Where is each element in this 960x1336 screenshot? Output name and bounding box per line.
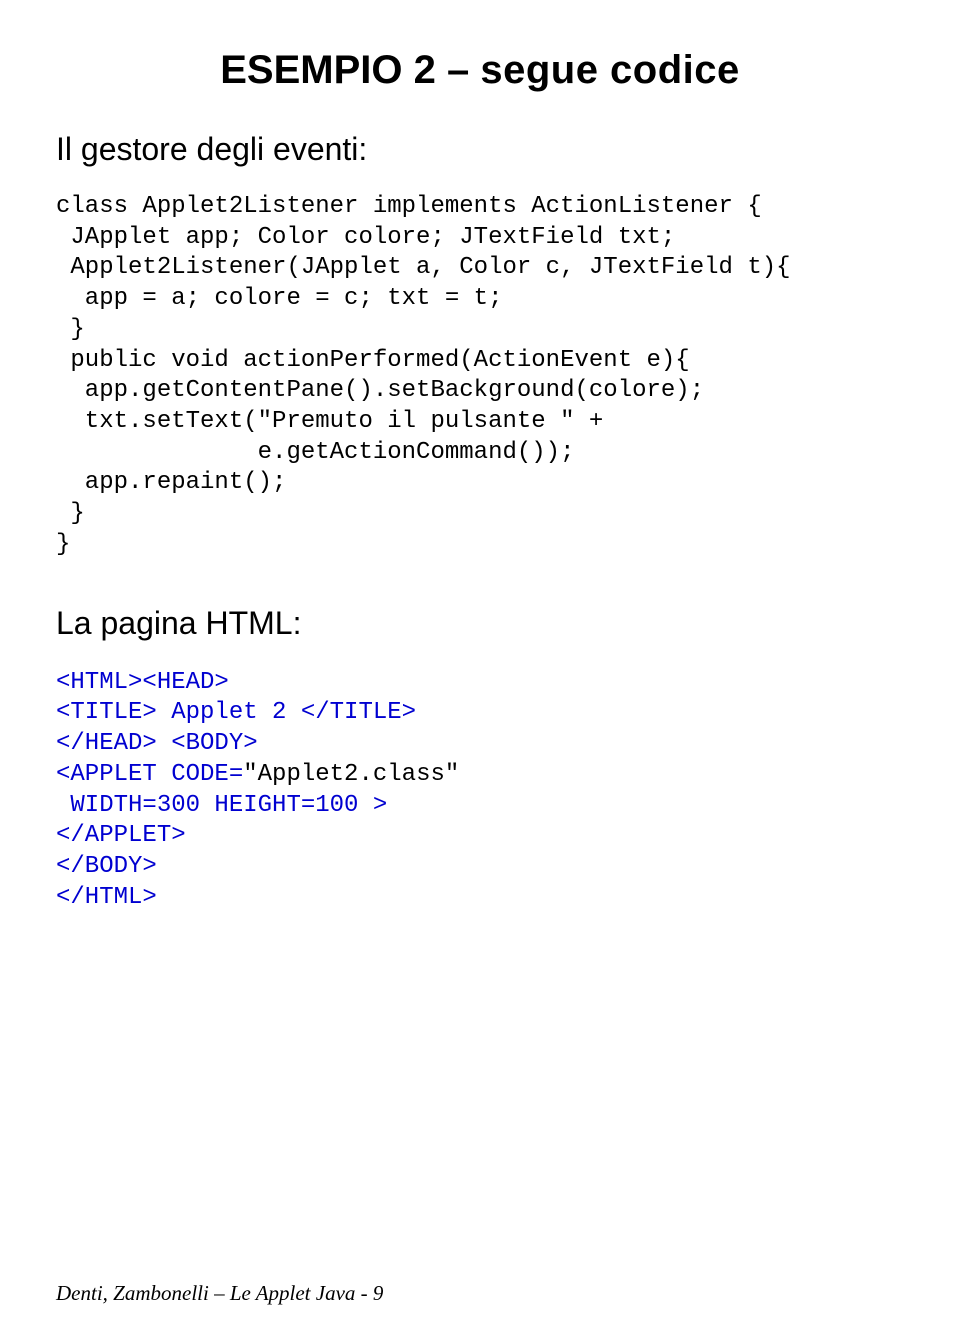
code-line: }	[56, 531, 70, 558]
code-line: e.getActionCommand());	[56, 439, 574, 466]
page-title: ESEMPIO 2 – segue codice	[220, 48, 740, 93]
code-line: Applet2Listener(JApplet a, Color c, JTex…	[56, 254, 791, 281]
code-line: app.repaint();	[56, 469, 286, 496]
code-line: </BODY>	[56, 853, 157, 880]
page-title-row: ESEMPIO 2 – segue codice	[56, 48, 904, 93]
code-line: public void actionPerformed(ActionEvent …	[56, 347, 690, 374]
code-line: "Applet2.class"	[243, 761, 459, 788]
section-heading-html: La pagina HTML:	[56, 605, 904, 642]
code-line: </HEAD> <BODY>	[56, 730, 258, 757]
code-block-1: class Applet2Listener implements ActionL…	[56, 192, 904, 561]
code-block-2: <HTML><HEAD> <TITLE> Applet 2 </TITLE> <…	[56, 668, 904, 914]
code-line: }	[56, 316, 85, 343]
code-line: WIDTH=300 HEIGHT=100 >	[56, 792, 387, 819]
code-line: }	[56, 500, 85, 527]
code-line: txt.setText("Premuto il pulsante " +	[56, 408, 603, 435]
code-line: JApplet app; Color colore; JTextField tx…	[56, 224, 675, 251]
code-line: app.getContentPane().setBackground(color…	[56, 377, 704, 404]
title-part-2: segue codice	[480, 48, 739, 92]
code-line: class Applet2Listener implements ActionL…	[56, 193, 762, 220]
section-heading-handler: Il gestore degli eventi:	[56, 131, 904, 168]
code-line: <APPLET CODE=	[56, 761, 243, 788]
code-line: </HTML>	[56, 884, 157, 911]
code-line: app = a; colore = c; txt = t;	[56, 285, 502, 312]
code-line: </APPLET>	[56, 822, 186, 849]
title-part-1: ESEMPIO 2 –	[220, 48, 480, 92]
code-line: <HTML><HEAD>	[56, 669, 229, 696]
code-line: <TITLE> Applet 2 </TITLE>	[56, 699, 416, 726]
page-footer: Denti, Zambonelli – Le Applet Java - 9	[56, 1281, 383, 1306]
